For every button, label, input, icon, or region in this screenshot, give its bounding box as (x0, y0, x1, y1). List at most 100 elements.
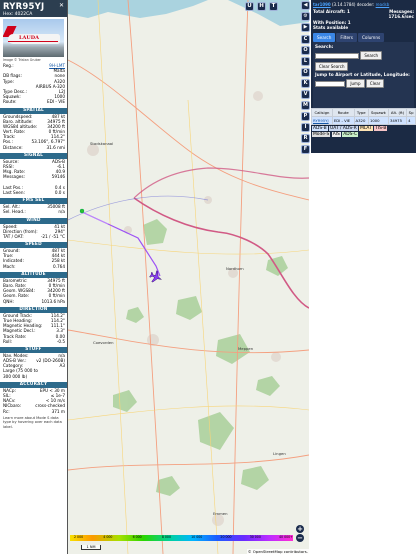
legend-item: ADS-B (312, 126, 328, 131)
tool-i[interactable]: I (301, 123, 310, 132)
colorbar-tick: 40 000+ (279, 535, 293, 539)
info-label: QNH: (3, 298, 14, 304)
tool-m[interactable]: M (301, 101, 310, 110)
column-header[interactable]: Type (353, 108, 369, 117)
colorbar-tick: 20 000 (220, 535, 232, 539)
table-cell: 4 (406, 116, 416, 125)
info-label: Sel. Head.: (3, 209, 26, 215)
layer-button-u[interactable]: U (245, 2, 254, 11)
settings-icon[interactable]: ⚙ (301, 12, 310, 21)
column-header[interactable]: Sp (406, 108, 416, 117)
table-header-row: Callsign Route Type Squawk Alt. (ft) Sp (311, 108, 416, 117)
panel-tabs: Search Filters Columns (313, 33, 414, 42)
info-sections: SPATIAL Groundspeed: 487 kt Baro. altitude:… (0, 107, 67, 414)
expand-right-icon[interactable]: ▶ (301, 23, 310, 32)
info-value: 0.764 (53, 263, 65, 269)
info-row: Distance: 31.6 nmi (0, 145, 67, 150)
version-line: tar1090 (3.14.1784) decoder: readsb (313, 2, 414, 7)
aircraft-photo[interactable]: LAUDA (3, 19, 64, 57)
info-label: TAT / OAT: (3, 233, 24, 239)
table-cell: EDI - VIE (331, 116, 355, 125)
info-label: Distance: (3, 144, 23, 150)
jump-input[interactable] (315, 80, 345, 87)
stats-available[interactable]: Stats available (313, 25, 348, 30)
info-value: A3 (59, 363, 65, 369)
total-aircraft: Total Aircraft: 1 (313, 9, 350, 14)
airline-logo: LAUDA (19, 35, 39, 41)
tar1090-link[interactable]: tar1090 (313, 2, 331, 7)
info-value: n/a (58, 209, 65, 215)
column-header[interactable]: Route (331, 108, 355, 117)
decoder-link[interactable]: readsb (376, 2, 390, 7)
legend-item: UAT / ADS-R (329, 126, 358, 131)
search-button[interactable]: Search (360, 51, 383, 60)
tool-r[interactable]: R (301, 134, 310, 143)
tab-columns[interactable]: Columns (357, 33, 385, 42)
layer-button-h[interactable]: H (257, 2, 266, 11)
info-label: Reg.: (3, 63, 14, 68)
colorbar-tick: 30 000 (249, 535, 261, 539)
colorbar-tick: 6 000 (132, 535, 142, 539)
tab-filters[interactable]: Filters (336, 33, 357, 42)
info-label: Rc: (3, 408, 10, 414)
info-row: Last Seen: 0.0 s (0, 190, 67, 195)
tool-f[interactable]: F (301, 145, 310, 154)
info-value: 371 m (51, 408, 65, 414)
aircraft-info-panel: RYR95YJ Hex: 4022CA ✕ LAUDA Image © Tris… (0, 0, 68, 554)
table-row[interactable]: RYR95YJ EDI - VIE A320 1000 34975 4 (311, 116, 416, 125)
jump-button[interactable]: Jump (346, 79, 365, 88)
tab-search[interactable]: Search (313, 33, 336, 42)
tool-k[interactable]: K (301, 79, 310, 88)
tool-p[interactable]: P (301, 112, 310, 121)
close-icon[interactable]: ✕ (59, 2, 64, 9)
town-label: Nordhorn (226, 266, 244, 271)
info-value: 0.0 s (54, 189, 65, 195)
aircraft-table: Callsign Route Type Squawk Alt. (ft) Sp RYR95… (311, 108, 416, 125)
colorbar-tick: 8 000 (161, 535, 171, 539)
info-row: TAT / OAT: -21 / -51 °C (0, 234, 67, 239)
info-value: -0.5 (56, 338, 65, 344)
town-label: Stadskanaal (90, 141, 113, 146)
collapse-left-icon[interactable]: ◀ (301, 1, 310, 10)
legend-item: MLAT (359, 126, 373, 131)
tool-c[interactable]: C (301, 35, 310, 44)
clear-search-button[interactable]: Clear Search (315, 62, 349, 71)
column-header[interactable]: Alt. (ft) (387, 108, 408, 117)
column-header[interactable]: Callsign (311, 108, 333, 117)
legend-item: ADS-C (342, 132, 359, 137)
info-row: Mach: 0.764 (0, 264, 67, 269)
source-legend: ADS-B UAT / ADS-R MLAT TIS-B Mode-S AIS … (312, 126, 416, 138)
scale-bar: 1 NM (81, 545, 101, 550)
info-value: 31.6 nmi (46, 144, 65, 150)
info-label: Route: (3, 99, 17, 105)
colorbar-tick: 2 000 (74, 535, 84, 539)
jump-clear-button[interactable]: Clear (365, 79, 385, 88)
map[interactable]: Stadskanaal Emmen Meppen Coevorden Nordh… (68, 0, 309, 554)
layer-button-t[interactable]: T (269, 2, 278, 11)
tool-o2[interactable]: O (301, 68, 310, 77)
table-cell: A320 (353, 116, 369, 125)
info-row: Route: EDI - VIE (0, 99, 67, 104)
version-text: (3.14.1784) decoder: (332, 2, 375, 7)
map-canvas[interactable]: Stadskanaal Emmen Meppen Coevorden Nordh… (68, 0, 309, 554)
hex-id: Hex: 4022CA (3, 12, 33, 17)
tool-l[interactable]: L (301, 57, 310, 66)
tool-o[interactable]: O (301, 46, 310, 55)
colorbar-tick: 4 000 (103, 535, 113, 539)
legend-item: TIS-B (374, 126, 388, 131)
search-label: Search: (315, 45, 334, 50)
info-row: QNH: 1013.6 hPa (0, 299, 67, 304)
legend-item: AIS (331, 132, 341, 137)
column-header[interactable]: Squawk (367, 108, 389, 117)
colorbar-tick: 10 000 (191, 535, 203, 539)
toolbar-strip: ◀ ⚙ ▶ C O L O K V M P I R F (300, 0, 311, 554)
table-cell: RYR95YJ (311, 116, 333, 125)
info-value: EDI - VIE (46, 99, 65, 105)
info-label: Messages: (3, 174, 25, 180)
info-label: Roll: (3, 338, 13, 344)
search-input[interactable] (315, 52, 359, 59)
town-label: Emmen (213, 511, 228, 516)
info-header: RYR95YJ Hex: 4022CA ✕ (0, 0, 67, 17)
town-label: Lingen (273, 451, 286, 456)
tool-v[interactable]: V (301, 90, 310, 99)
